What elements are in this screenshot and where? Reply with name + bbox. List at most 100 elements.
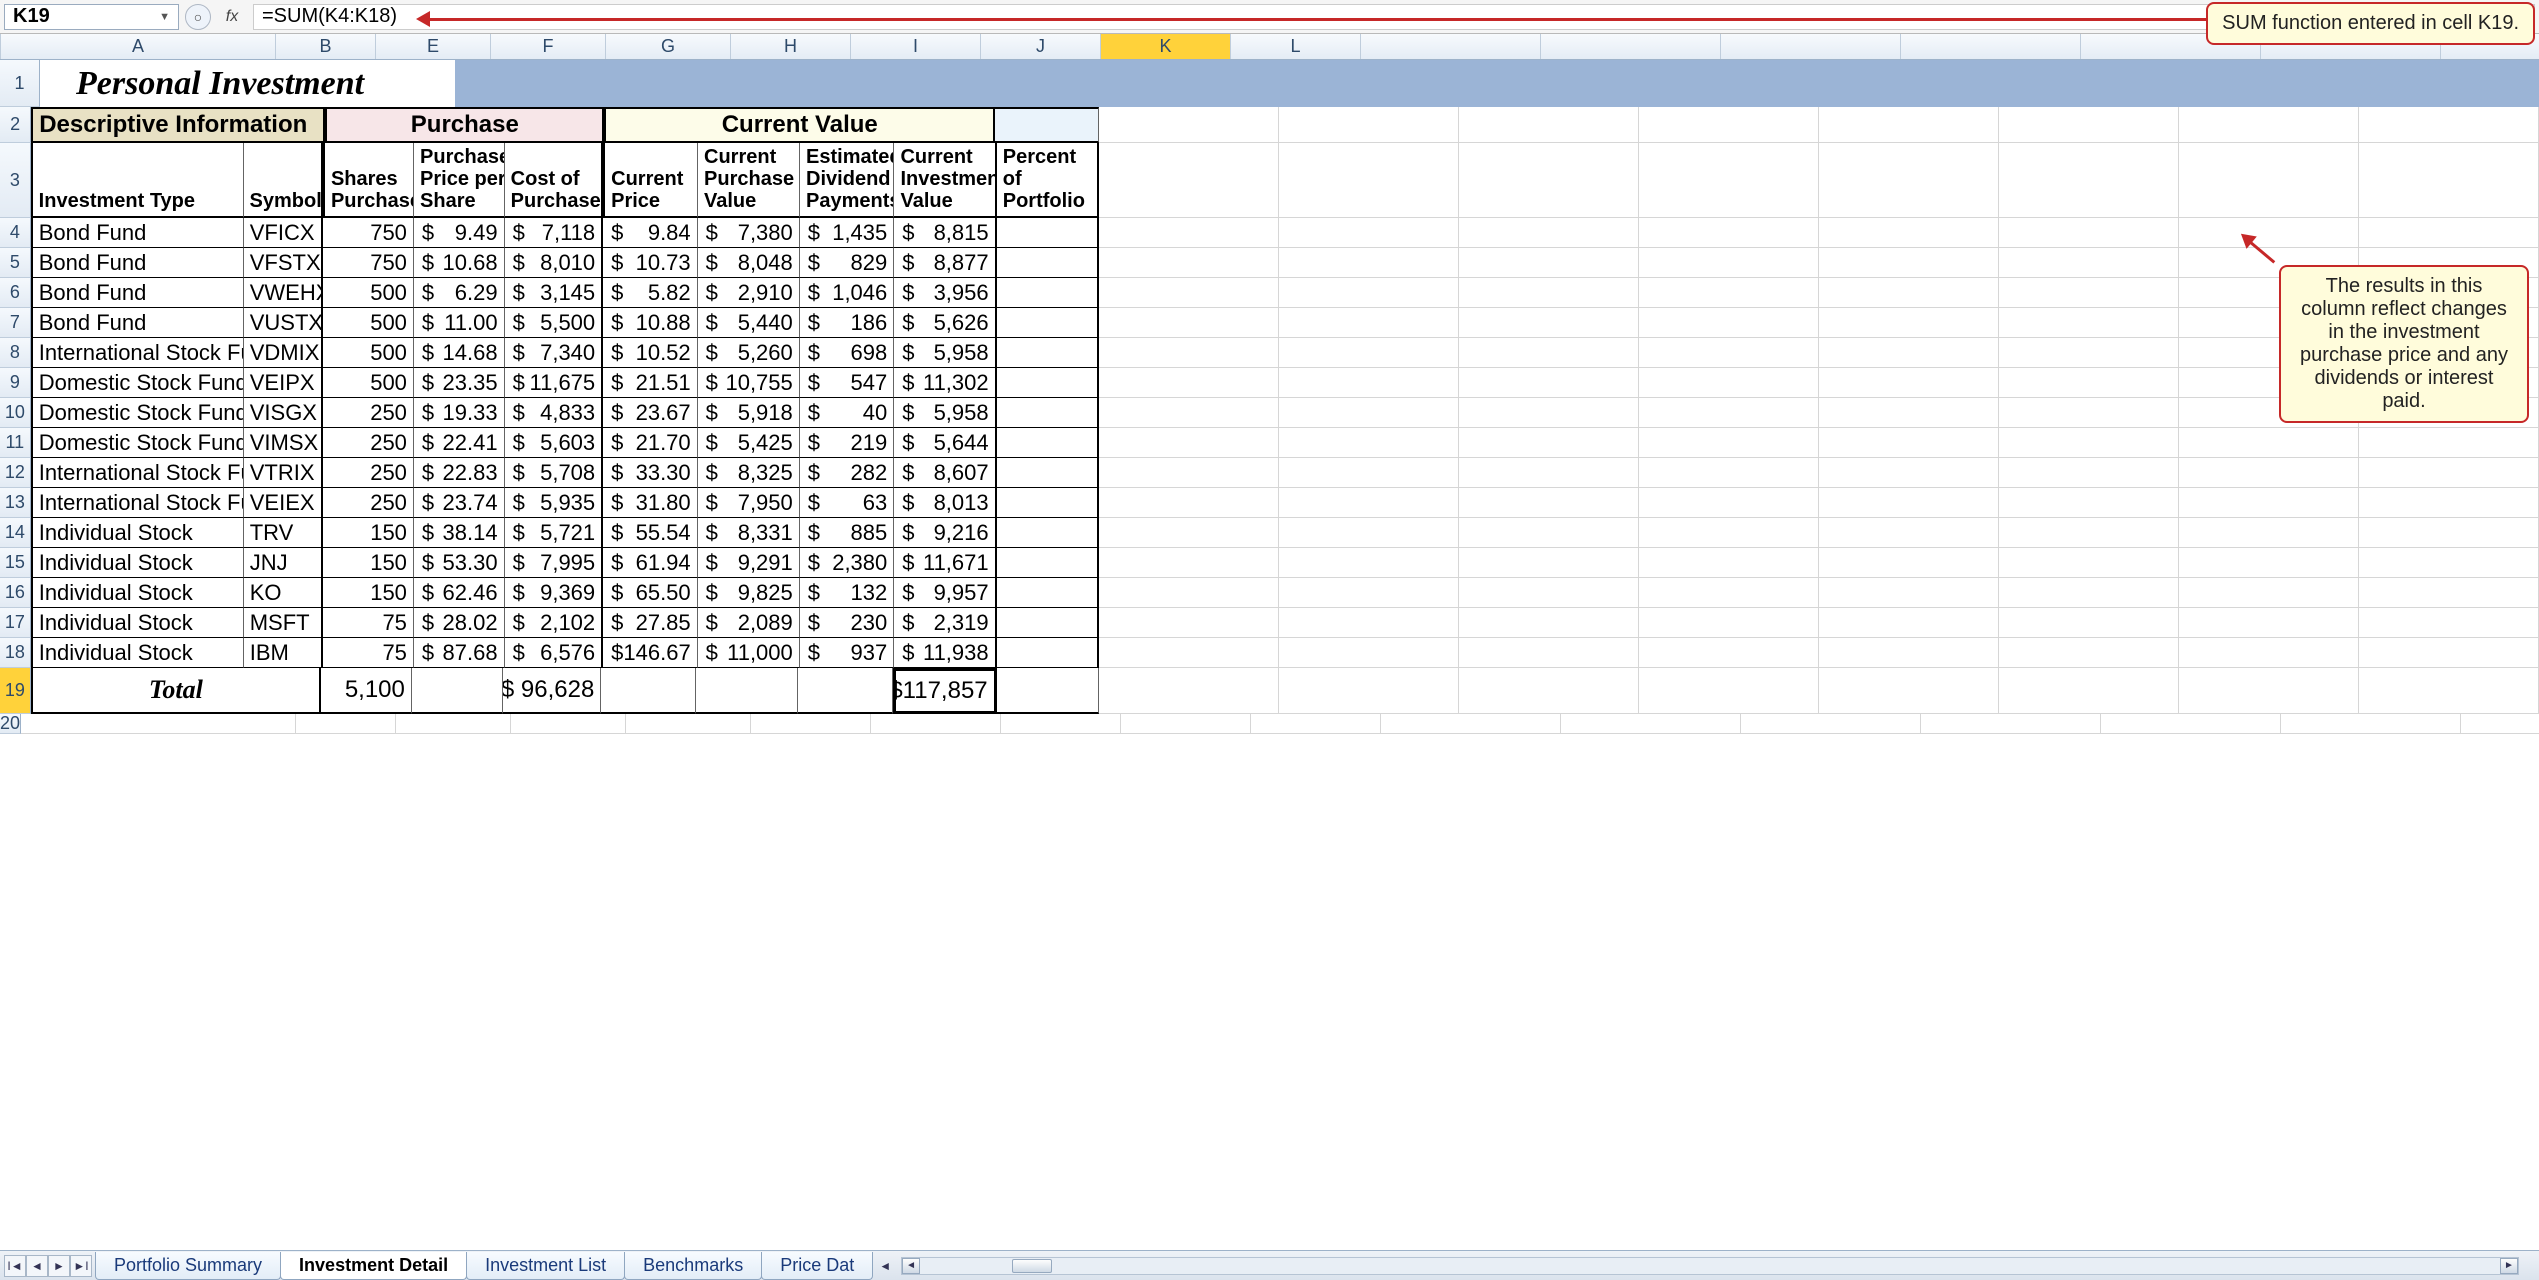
cell-purchase-price[interactable]: $23.35 — [414, 368, 505, 398]
empty-cell[interactable] — [1459, 668, 1639, 714]
cell-cost[interactable]: $5,721 — [505, 518, 604, 548]
cell-dividends[interactable]: $282 — [800, 458, 895, 488]
cell-current-purchase-value[interactable]: $8,048 — [698, 248, 800, 278]
cell-investment-value[interactable]: $9,216 — [894, 518, 996, 548]
empty-cell[interactable] — [2179, 428, 2359, 458]
cell-shares[interactable]: 150 — [323, 578, 414, 608]
empty-cell[interactable] — [1099, 398, 1279, 428]
empty-cell[interactable] — [2359, 107, 2539, 143]
total-blank-I[interactable] — [696, 668, 798, 714]
empty-cell[interactable] — [1639, 608, 1819, 638]
cell-percent[interactable] — [997, 518, 1099, 548]
empty-cell[interactable] — [1639, 488, 1819, 518]
empty-cell[interactable] — [1279, 107, 1459, 143]
empty-cell[interactable] — [1099, 578, 1279, 608]
tab-nav-prev-icon[interactable]: ◄ — [26, 1255, 48, 1277]
cell-percent[interactable] — [997, 308, 1099, 338]
column-header-I[interactable]: I — [851, 34, 981, 59]
cell-symbol[interactable]: VEIEX — [244, 488, 324, 518]
empty-cell[interactable] — [1279, 308, 1459, 338]
cell-type[interactable]: Bond Fund — [31, 278, 244, 308]
empty-cell[interactable] — [1459, 488, 1639, 518]
spreadsheet-grid[interactable]: 1 Personal Investment 2 Descriptive Info… — [0, 60, 2539, 734]
empty-cell[interactable] — [1279, 248, 1459, 278]
empty-cell[interactable] — [1819, 338, 1999, 368]
cell-investment-value[interactable]: $8,013 — [894, 488, 996, 518]
empty-cell[interactable] — [626, 714, 751, 734]
cell-current-purchase-value[interactable]: $5,440 — [698, 308, 800, 338]
cell-percent[interactable] — [997, 548, 1099, 578]
cell-current-price[interactable]: $27.85 — [603, 608, 698, 638]
empty-cell[interactable] — [396, 714, 511, 734]
horizontal-scrollbar[interactable]: ◄ ► — [901, 1257, 2519, 1275]
total-blank-F[interactable] — [412, 668, 503, 714]
fx-icon[interactable]: fx — [217, 8, 247, 26]
cell-shares[interactable]: 250 — [323, 458, 414, 488]
row-header-7[interactable]: 7 — [0, 308, 31, 338]
empty-cell[interactable] — [1819, 638, 1999, 668]
cell-symbol[interactable]: IBM — [244, 638, 324, 668]
empty-cell[interactable] — [1999, 638, 2179, 668]
empty-cell[interactable] — [1459, 368, 1639, 398]
row-header-19[interactable]: 19 — [0, 668, 31, 714]
empty-cell[interactable] — [1099, 518, 1279, 548]
empty-cell[interactable] — [1999, 107, 2179, 143]
empty-cell[interactable] — [1819, 248, 1999, 278]
name-box-dropdown-icon[interactable]: ▼ — [159, 11, 170, 23]
tab-nav-first-icon[interactable]: I◄ — [4, 1255, 26, 1277]
empty-cell[interactable] — [2359, 578, 2539, 608]
cell-cost[interactable]: $9,369 — [505, 578, 604, 608]
empty-cell[interactable] — [1741, 714, 1921, 734]
cell-percent[interactable] — [997, 638, 1099, 668]
cell-current-price[interactable]: $31.80 — [603, 488, 698, 518]
cell-purchase-price[interactable]: $9.49 — [414, 218, 505, 248]
cell-dividends[interactable]: $2,380 — [800, 548, 895, 578]
cell-investment-value[interactable]: $9,957 — [894, 578, 996, 608]
empty-cell[interactable] — [1639, 278, 1819, 308]
cell-type[interactable]: Bond Fund — [31, 308, 244, 338]
empty-cell[interactable] — [1099, 143, 1279, 218]
empty-cell[interactable] — [2359, 548, 2539, 578]
cell-type[interactable]: Individual Stock — [31, 638, 244, 668]
row-header-13[interactable]: 13 — [0, 488, 31, 518]
cell-percent[interactable] — [997, 428, 1099, 458]
empty-cell[interactable] — [1999, 308, 2179, 338]
cell-shares[interactable]: 500 — [323, 278, 414, 308]
cell-symbol[interactable]: MSFT — [244, 608, 324, 638]
column-header-B[interactable]: B — [276, 34, 376, 59]
empty-cell[interactable] — [2359, 428, 2539, 458]
sheet-tab-benchmarks[interactable]: Benchmarks — [624, 1252, 762, 1280]
empty-cell[interactable] — [1279, 368, 1459, 398]
row-header-12[interactable]: 12 — [0, 458, 31, 488]
column-header-J[interactable]: J — [981, 34, 1101, 59]
cell-type[interactable]: Individual Stock — [31, 548, 244, 578]
column-header-G[interactable]: G — [606, 34, 731, 59]
cell-percent[interactable] — [997, 398, 1099, 428]
empty-cell[interactable] — [21, 714, 296, 734]
empty-cell[interactable] — [1819, 548, 1999, 578]
empty-cell[interactable] — [1639, 668, 1819, 714]
empty-cell[interactable] — [1279, 518, 1459, 548]
empty-cell[interactable] — [1819, 668, 1999, 714]
cell-purchase-price[interactable]: $38.14 — [414, 518, 505, 548]
column-header-A[interactable]: A — [1, 34, 276, 59]
empty-cell[interactable] — [1459, 638, 1639, 668]
cell-type[interactable]: Individual Stock — [31, 578, 244, 608]
row-header-2[interactable]: 2 — [0, 107, 31, 143]
cell-shares[interactable]: 150 — [323, 518, 414, 548]
empty-cell[interactable] — [2359, 608, 2539, 638]
cell-percent[interactable] — [997, 278, 1099, 308]
cell-current-price[interactable]: $21.70 — [603, 428, 698, 458]
cell-dividends[interactable]: $132 — [800, 578, 895, 608]
cell-shares[interactable]: 750 — [323, 218, 414, 248]
empty-cell[interactable] — [1099, 488, 1279, 518]
empty-cell[interactable] — [1921, 714, 2101, 734]
empty-cell[interactable] — [871, 714, 1001, 734]
empty-cell[interactable] — [1639, 248, 1819, 278]
scroll-left-icon[interactable]: ◄ — [902, 1258, 920, 1274]
cell-current-price[interactable]: $5.82 — [603, 278, 698, 308]
cell-dividends[interactable]: $698 — [800, 338, 895, 368]
cell-percent[interactable] — [997, 488, 1099, 518]
empty-cell[interactable] — [1819, 518, 1999, 548]
cell-percent[interactable] — [997, 248, 1099, 278]
